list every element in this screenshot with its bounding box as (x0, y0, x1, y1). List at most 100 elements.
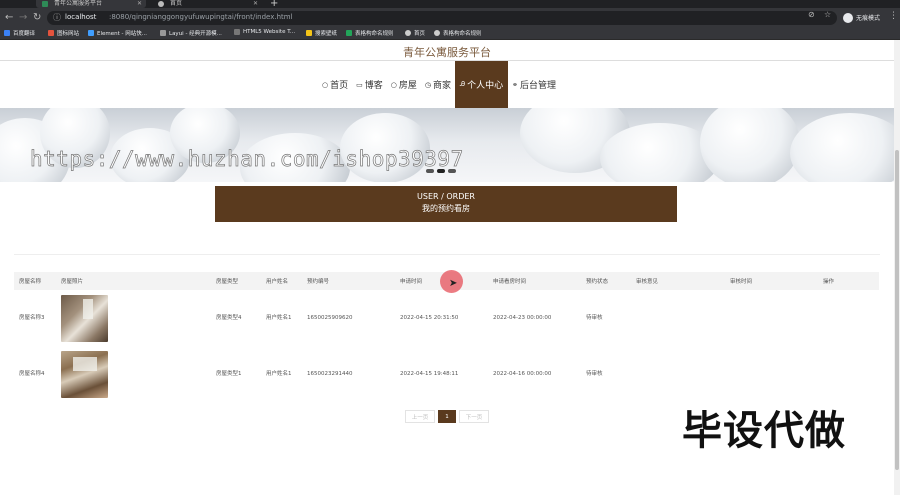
bookmark-item[interactable]: 搜索壁纸 (306, 29, 337, 37)
kebab-menu-icon[interactable]: ⋮ (889, 11, 898, 21)
nav-houses[interactable]: ○ 房屋 (387, 61, 421, 108)
eye-off-icon[interactable]: ⊘ (808, 10, 815, 19)
bookmark-label: 搜索壁纸 (315, 31, 338, 37)
pagination: 上一页 1 下一页 (405, 410, 489, 423)
table-row[interactable]: 房屋名称3 房屋类型4 用户姓名1 1650025909620 2022-04-… (14, 290, 879, 346)
browser-toolbar: ← → ↻ ⓘ localhost :8080/qingnianggongyuf… (0, 8, 900, 27)
col-header: 操作 (818, 272, 879, 290)
page-viewport: 青年公寓服务平台 ○ 首页 ▭ 博客 ○ 房屋 ◷ 商家 Ꭿ 个人中心 ⚭ 后台管理 htt… (0, 40, 894, 495)
actions (818, 346, 879, 402)
nav-label: 博客 (364, 81, 383, 91)
viewing-time: 2022-04-23 00:00:00 (493, 315, 552, 321)
nav-home[interactable]: ○ 首页 (318, 61, 352, 108)
folder-icon (306, 30, 312, 36)
review-time (725, 346, 818, 402)
info-icon[interactable]: ⓘ (53, 12, 61, 23)
html5-icon (234, 29, 240, 35)
address-bar[interactable]: ⓘ localhost :8080/qingnianggongyufuwupin… (47, 11, 837, 25)
page-number-button[interactable]: 1 (438, 410, 456, 423)
house-type: 房屋类型1 (216, 371, 242, 377)
nav-label: 房屋 (398, 81, 417, 91)
scrollbar-thumb[interactable] (895, 150, 899, 470)
vue-favicon-icon (42, 1, 48, 7)
bookmark-item[interactable]: 图标网站 (48, 29, 79, 37)
house-photo[interactable] (61, 350, 108, 398)
bookmark-item[interactable]: HTML5 Website T... (234, 29, 295, 35)
review-opinion (631, 290, 725, 346)
nav-label: 后台管理 (519, 81, 556, 91)
house-photo[interactable] (61, 294, 108, 342)
browser-tab-active[interactable]: 青年公寓服务平台 ✕ (36, 0, 146, 8)
shop-icon: ◷ (424, 80, 431, 89)
tab-close-icon[interactable]: ✕ (137, 0, 142, 7)
col-header: 房屋名称 (14, 272, 56, 290)
prev-page-button[interactable]: 上一页 (405, 410, 435, 423)
element-icon (88, 30, 94, 36)
url-watermark: https://www.huzhan.com/ishop39397 (30, 147, 464, 172)
bookmark-star-icon[interactable]: ☆ (824, 10, 831, 19)
url-host: localhost (65, 13, 97, 21)
reload-icon[interactable]: ↻ (33, 11, 41, 24)
house-photo-cell (56, 290, 211, 346)
col-header: 房屋照片 (56, 272, 211, 290)
actions (818, 290, 879, 346)
section-title-en: USER / ORDER (417, 192, 475, 201)
browser-tab[interactable]: 首页 ✕ (152, 0, 262, 8)
section-header: USER / ORDER 我的预约看房 (215, 186, 677, 222)
bookmark-item[interactable]: 表格构命名规则 (346, 29, 394, 37)
incognito-profile[interactable]: 无痕模式 (843, 12, 880, 23)
user-name: 用户姓名1 (266, 371, 292, 377)
status: 待审核 (586, 315, 603, 321)
nav-label: 商家 (433, 81, 452, 91)
promo-overlay-text: 毕设代做 (682, 408, 846, 454)
photo-window (73, 356, 97, 371)
nav-label: 首页 (330, 81, 349, 91)
nav-user-center[interactable]: Ꭿ 个人中心 (455, 61, 509, 108)
house-icon: ○ (390, 80, 397, 89)
tab-title: 首页 (170, 0, 183, 7)
bookmark-label: 首页 (414, 31, 426, 37)
tab-close-icon[interactable]: ✕ (253, 0, 258, 7)
bookmark-item[interactable]: 百度翻译 (4, 29, 35, 37)
col-header: 用户姓名 (261, 272, 302, 290)
apply-time: 2022-04-15 19:48:11 (400, 371, 459, 377)
icon-site-icon (48, 30, 54, 36)
page-scrollbar[interactable] (894, 40, 900, 495)
house-name: 房屋名称3 (19, 315, 45, 321)
sheet-icon (346, 30, 352, 36)
house-photo-cell (56, 346, 211, 402)
home-icon: ○ (322, 80, 329, 89)
snow-tree (790, 113, 894, 182)
main-nav: ○ 首页 ▭ 博客 ○ 房屋 ◷ 商家 Ꭿ 个人中心 ⚭ 后台管理 (318, 61, 560, 108)
browser-tab-strip: 青年公寓服务平台 ✕ 首页 ✕ + (0, 0, 900, 9)
apply-time: 2022-04-15 20:31:50 (400, 315, 459, 321)
back-icon[interactable]: ← (5, 11, 13, 24)
link-icon: ⚭ (512, 80, 518, 89)
url-path: :8080/qingnianggongyufuwupingtai/front/i… (109, 13, 293, 21)
translate-icon (4, 30, 10, 36)
snow-tree (700, 108, 800, 182)
table-row[interactable]: 房屋名称4 房屋类型1 用户姓名1 1650023291440 2022-04-… (14, 346, 879, 402)
section-title-cn: 我的预约看房 (422, 204, 470, 213)
nav-blog[interactable]: ▭ 博客 (352, 61, 387, 108)
tab-title: 青年公寓服务平台 (54, 0, 103, 7)
forward-icon[interactable]: → (19, 11, 27, 24)
house-name: 房屋名称4 (19, 371, 45, 377)
bookmark-label: 图标网站 (57, 31, 80, 37)
content-divider (14, 254, 880, 255)
nav-label: 个人中心 (467, 81, 504, 91)
incognito-icon (843, 12, 853, 23)
bookmark-item[interactable]: 首页 (405, 29, 425, 37)
next-page-button[interactable]: 下一页 (459, 410, 489, 423)
bookmark-item[interactable]: Element - 网站快... (88, 29, 147, 37)
bookmark-item[interactable]: 表格构命名规则 (434, 29, 482, 37)
col-header: 审核意见 (631, 272, 725, 290)
nav-admin[interactable]: ⚭ 后台管理 (508, 61, 560, 108)
col-header: 申请看房时间 (488, 272, 581, 290)
layui-icon (160, 30, 166, 36)
mouse-cursor-icon: ➤ (449, 278, 458, 289)
user-icon: Ꭿ (460, 80, 466, 88)
profile-name: 无痕模式 (856, 15, 881, 22)
nav-merchants[interactable]: ◷ 商家 (421, 61, 455, 108)
bookmark-item[interactable]: Layui - 经典开源模... (160, 29, 222, 37)
